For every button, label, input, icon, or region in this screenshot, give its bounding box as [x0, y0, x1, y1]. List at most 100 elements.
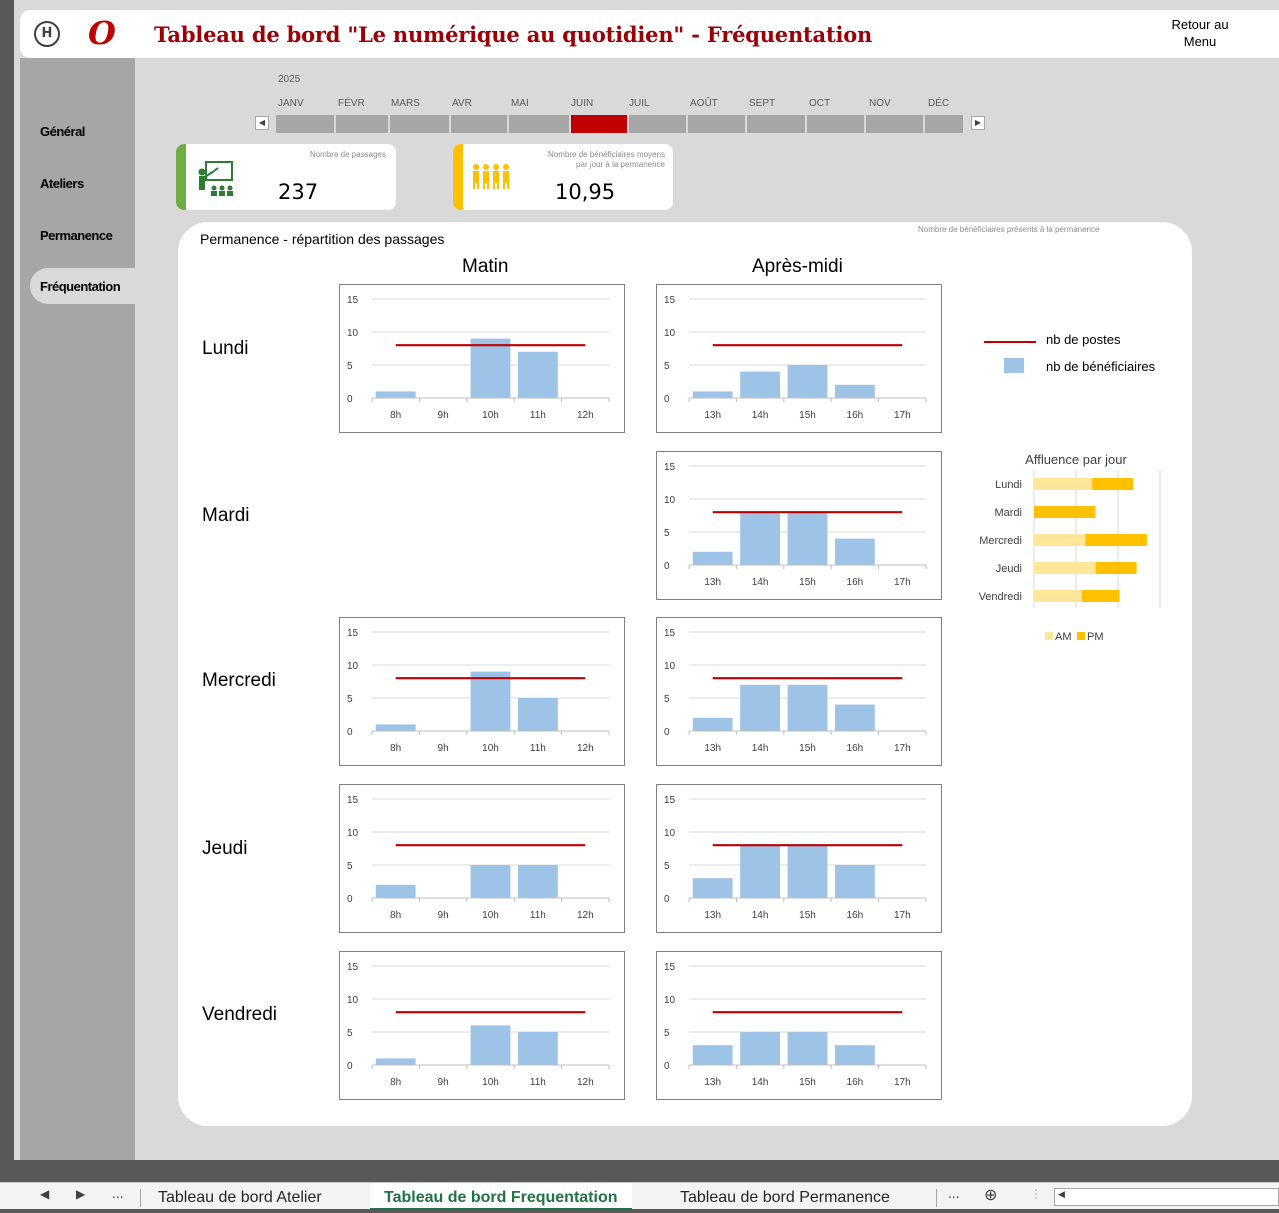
- timeline-month-segment[interactable]: [390, 115, 449, 133]
- y-tick-label: 0: [664, 727, 670, 738]
- sidebar-item-general[interactable]: Général: [40, 124, 85, 139]
- retour-menu-button[interactable]: Retour au Menu: [1160, 16, 1240, 50]
- x-tick-label: 13h: [704, 1077, 721, 1088]
- x-tick-label: 10h: [482, 1077, 499, 1088]
- timeline-month-segment[interactable]: [866, 115, 923, 133]
- timeline-month-label: SEPT: [749, 98, 776, 109]
- tab-nav-right-icon[interactable]: ▶: [76, 1187, 85, 1201]
- bar-beneficiaires: [787, 365, 828, 398]
- logo-h-icon: H: [34, 21, 60, 47]
- y-tick-label: 15: [664, 462, 676, 473]
- panel-note: Nombre de bénéficiaires présents à la pe…: [918, 225, 1100, 234]
- tab-nav-left-icon[interactable]: ◀: [40, 1187, 49, 1201]
- bar-beneficiaires: [692, 717, 733, 731]
- horizontal-scrollbar[interactable]: ◀: [1054, 1188, 1279, 1206]
- x-tick-label: 16h: [847, 577, 864, 588]
- x-tick-label: 15h: [799, 743, 816, 754]
- x-tick-label: 12h: [577, 910, 594, 921]
- x-tick-label: 8h: [390, 1077, 401, 1088]
- affluence-bar-am: [1034, 534, 1086, 546]
- kpi-beneficiaires-label-line2: par jour à la permanence: [576, 160, 665, 169]
- x-tick-label: 11h: [530, 410, 546, 421]
- tab-permanence[interactable]: Tableau de bord Permanence: [680, 1183, 890, 1210]
- timeline-month-segment[interactable]: [807, 115, 864, 133]
- timeline-month-label: FÉVR: [338, 98, 365, 109]
- tab-separator: [140, 1189, 141, 1207]
- bar-beneficiaires: [470, 865, 511, 898]
- x-tick-label: 16h: [847, 743, 864, 754]
- y-tick-label: 0: [347, 394, 353, 405]
- tab-more-right[interactable]: ...: [948, 1187, 959, 1201]
- bar-beneficiaires: [692, 878, 733, 898]
- bar-beneficiaires: [787, 684, 828, 731]
- y-tick-label: 0: [664, 1061, 670, 1072]
- y-tick-label: 15: [664, 628, 676, 639]
- affluence-title: Affluence par jour: [1025, 452, 1127, 467]
- bar-beneficiaires: [740, 371, 781, 398]
- sidebar-item-permanence[interactable]: Permanence: [40, 228, 113, 243]
- timeline-month-label: MAI: [511, 98, 529, 109]
- bar-beneficiaires: [470, 338, 511, 398]
- timeline-right-arrow-icon[interactable]: ▶: [971, 116, 985, 130]
- x-tick-label: 10h: [482, 743, 499, 754]
- bar-beneficiaires: [787, 1032, 828, 1065]
- x-tick-label: 14h: [752, 743, 769, 754]
- x-tick-label: 12h: [577, 1077, 594, 1088]
- sidebar-item-ateliers[interactable]: Ateliers: [40, 176, 84, 191]
- x-tick-label: 14h: [752, 577, 769, 588]
- chart-vendredi-matin: 0 5 10 15 8h 9h 10h 11h 12h: [339, 951, 625, 1100]
- sidebar-item-frequentation[interactable]: Fréquentation: [40, 279, 121, 294]
- timeline-month-segment[interactable]: [276, 115, 334, 133]
- people-group-icon: [473, 164, 509, 189]
- x-tick-label: 9h: [438, 410, 449, 421]
- affluence-day-label: Mardi: [994, 507, 1022, 519]
- timeline-left-arrow-icon[interactable]: ◀: [255, 116, 269, 130]
- chart-lundi-matin: 0 5 10 15 8h 9h 10h 11h 12h: [339, 284, 625, 433]
- bar-beneficiaires: [692, 551, 733, 565]
- affluence-bar-pm: [1081, 590, 1120, 602]
- kpi-green-stripe: [176, 144, 186, 210]
- y-tick-label: 10: [664, 995, 676, 1006]
- timeline-month-segment[interactable]: [629, 115, 686, 133]
- bar-beneficiaires: [740, 845, 781, 898]
- x-tick-label: 17h: [894, 1077, 911, 1088]
- tabs-resize-handle[interactable]: ⋮: [1030, 1187, 1042, 1201]
- affluence-legend-am-marker: [1045, 632, 1053, 640]
- x-tick-label: 15h: [799, 577, 816, 588]
- y-tick-label: 5: [347, 694, 353, 705]
- y-tick-label: 0: [664, 894, 670, 905]
- legend-postes-label: nb de postes: [1046, 332, 1121, 347]
- bar-beneficiaires: [740, 684, 781, 731]
- bar-beneficiaires: [834, 865, 875, 898]
- add-sheet-icon[interactable]: ⊕: [984, 1185, 997, 1204]
- timeline-month-label: DÉC: [928, 98, 950, 109]
- tab-frequentation[interactable]: Tableau de bord Frequentation: [370, 1183, 632, 1210]
- kpi-beneficiaires-card: Nombre de bénéficiaires moyens par jour …: [453, 144, 673, 210]
- kpi-passages-value: 237: [278, 180, 319, 204]
- timeline-month-segment[interactable]: [688, 115, 745, 133]
- y-tick-label: 10: [347, 995, 359, 1006]
- tab-atelier[interactable]: Tableau de bord Atelier: [158, 1183, 322, 1210]
- x-tick-label: 12h: [577, 743, 594, 754]
- y-tick-label: 10: [664, 328, 676, 339]
- y-tick-label: 15: [664, 295, 676, 306]
- y-tick-label: 10: [347, 328, 359, 339]
- timeline-month-segment[interactable]: [336, 115, 388, 133]
- timeline-month-segment[interactable]: [747, 115, 805, 133]
- tab-nav-more[interactable]: ...: [112, 1187, 123, 1201]
- x-tick-label: 11h: [530, 1077, 546, 1088]
- affluence-legend-pm: PM: [1087, 631, 1104, 643]
- timeline-month-segment[interactable]: [509, 115, 569, 133]
- timeline-month-segment[interactable]: [571, 115, 627, 133]
- x-tick-label: 9h: [438, 1077, 449, 1088]
- timeline-month-segment[interactable]: [451, 115, 507, 133]
- timeline-month-segment[interactable]: [925, 115, 963, 133]
- x-tick-label: 8h: [390, 743, 401, 754]
- affluence-day-label: Lundi: [995, 479, 1022, 491]
- bar-beneficiaires: [470, 671, 511, 731]
- bar-beneficiaires: [834, 704, 875, 731]
- bar-beneficiaires: [834, 384, 875, 398]
- x-tick-label: 15h: [799, 410, 816, 421]
- scroll-left-icon[interactable]: ◀: [1058, 1190, 1065, 1200]
- x-tick-label: 14h: [752, 410, 769, 421]
